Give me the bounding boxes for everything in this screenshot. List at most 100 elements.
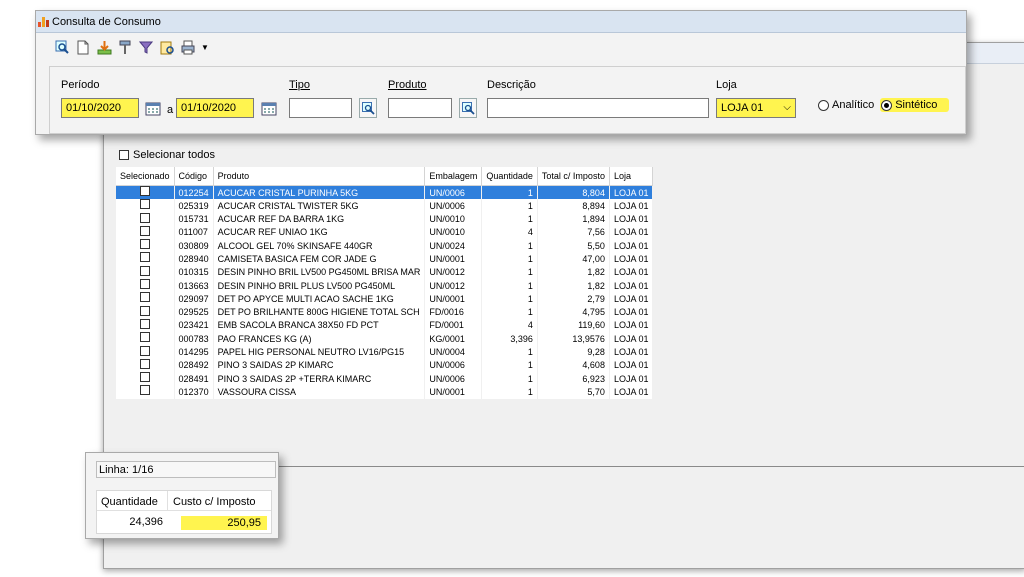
radio-sintetico[interactable]: Sintético	[880, 98, 950, 112]
produto-cell: DESIN PINHO BRIL PLUS LV500 PG450ML	[213, 279, 426, 293]
produto-cell: PAO FRANCES KG (A)	[213, 332, 426, 346]
row-checkbox[interactable]	[139, 385, 150, 396]
select-all-checkbox[interactable]	[119, 150, 129, 160]
table-row[interactable]: 000783 PAO FRANCES KG (A) KG/0001 3,396 13,9…	[116, 332, 654, 346]
row-select-cell[interactable]	[116, 212, 175, 226]
total-cell: 4,608	[537, 358, 610, 373]
row-select-cell[interactable]	[116, 292, 175, 306]
table-row[interactable]: 012254 ACUCAR CRISTAL PURINHA 5KG UN/0006 1…	[116, 185, 654, 200]
col-header-codigo[interactable]: Código	[174, 167, 214, 186]
tipo-search-button[interactable]	[359, 98, 377, 118]
row-checkbox[interactable]	[139, 372, 150, 383]
row-select-cell[interactable]	[116, 385, 175, 399]
quantidade-cell: 1	[481, 212, 538, 226]
table-row[interactable]: 028940 CAMISETA BASICA FEM COR JADE G UN/0…	[116, 252, 654, 266]
radio-sintetico-circle[interactable]	[881, 99, 893, 111]
loja-select[interactable]: LOJA 01 ⌵	[716, 98, 796, 118]
print-button[interactable]	[180, 39, 196, 55]
embalagem-cell: UN/0006	[424, 185, 483, 200]
table-row[interactable]: 015731 ACUCAR REF DA BARRA 1KG UN/0010 1 1,8…	[116, 212, 654, 226]
row-select-cell[interactable]	[116, 279, 175, 293]
table-row[interactable]: 030809 ALCOOL GEL 70% SKINSAFE 440GR UN/00…	[116, 239, 654, 253]
loja-cell: LOJA 01	[609, 345, 654, 359]
row-select-cell[interactable]	[116, 199, 175, 213]
table-row[interactable]: 028491 PINO 3 SAIDAS 2P +TERRA KIMARC UN/0…	[116, 372, 654, 386]
row-select-cell[interactable]	[116, 265, 175, 280]
col-header-produto[interactable]: Produto	[213, 167, 426, 186]
quantidade-cell: 1	[481, 185, 538, 200]
row-select-cell[interactable]	[116, 225, 175, 240]
export-button[interactable]	[96, 39, 112, 55]
table-row[interactable]: 013663 DESIN PINHO BRIL PLUS LV500 PG450M…	[116, 279, 654, 293]
table-row[interactable]: 012370 VASSOURA CISSA UN/0001 1 5,70 LOJA 01	[116, 385, 654, 399]
col-header-quantidade[interactable]: Quantidade	[481, 167, 538, 186]
table-row[interactable]: 023421 EMB SACOLA BRANCA 38X50 FD PCT FD/0…	[116, 318, 654, 333]
table-row[interactable]: 014295 PAPEL HIG PERSONAL NEUTRO LV16/PG1…	[116, 345, 654, 359]
row-checkbox[interactable]	[139, 252, 150, 263]
row-checkbox[interactable]	[139, 345, 150, 356]
select-all-control[interactable]: Selecionar todos	[119, 149, 215, 161]
embalagem-cell: UN/0024	[424, 239, 483, 253]
row-select-cell[interactable]	[116, 252, 175, 266]
codigo-cell: 023421	[174, 318, 214, 333]
calendar-icon	[145, 102, 161, 115]
col-header-selecionado[interactable]: Selecionado	[116, 167, 175, 186]
produto-cell: DET PO BRILHANTE 800G HIGIENE TOTAL SCH	[213, 305, 426, 319]
col-header-embalagem[interactable]: Embalagem	[424, 167, 483, 186]
total-cell: 119,60	[537, 318, 610, 333]
produto-field[interactable]	[388, 98, 452, 118]
filter-button[interactable]	[138, 39, 154, 55]
print-dropdown-button[interactable]: ▼	[201, 39, 209, 55]
row-checkbox[interactable]	[139, 292, 150, 303]
descricao-field[interactable]	[487, 98, 709, 118]
date-to-field[interactable]: 01/10/2020	[176, 98, 254, 118]
view-button[interactable]	[54, 39, 70, 55]
radio-analitico[interactable]: Analítico	[818, 99, 874, 111]
row-checkbox[interactable]	[139, 239, 150, 250]
loja-cell: LOJA 01	[609, 265, 654, 280]
radio-analitico-circle[interactable]	[818, 99, 829, 111]
row-select-cell[interactable]	[116, 358, 175, 373]
table-row[interactable]: 010315 DESIN PINHO BRIL LV500 PG450ML BRI…	[116, 265, 654, 280]
date-from-calendar-button[interactable]	[143, 98, 163, 118]
embalagem-cell: UN/0006	[424, 372, 483, 386]
row-checkbox[interactable]	[139, 199, 150, 210]
row-checkbox[interactable]	[139, 318, 150, 329]
descricao-label: Descrição	[487, 79, 536, 91]
tipo-field[interactable]	[289, 98, 352, 118]
row-checkbox[interactable]	[139, 358, 150, 369]
row-checkbox[interactable]	[139, 212, 150, 223]
row-checkbox[interactable]	[139, 279, 150, 290]
produto-search-button[interactable]	[459, 98, 477, 118]
col-header-loja[interactable]: Loja	[609, 167, 654, 186]
row-select-cell[interactable]	[116, 318, 175, 333]
new-document-button[interactable]	[75, 39, 91, 55]
row-select-cell[interactable]	[116, 332, 175, 346]
row-checkbox[interactable]	[139, 332, 150, 343]
row-checkbox[interactable]	[139, 305, 150, 316]
row-select-cell[interactable]	[116, 305, 175, 319]
report-button[interactable]	[159, 39, 175, 55]
table-row[interactable]: 029525 DET PO BRILHANTE 800G HIGIENE TOTA…	[116, 305, 654, 319]
total-cell: 8,894	[537, 199, 610, 213]
tools-button[interactable]	[117, 39, 133, 55]
row-select-cell[interactable]	[116, 372, 175, 386]
row-select-cell[interactable]	[116, 345, 175, 359]
date-from-field[interactable]: 01/10/2020	[61, 98, 139, 118]
table-row[interactable]: 029097 DET PO APYCE MULTI ACAO SACHE 1KG U…	[116, 292, 654, 306]
quantidade-cell: 1	[481, 292, 538, 306]
table-row[interactable]: 028492 PINO 3 SAIDAS 2P KIMARC UN/0006 1 4,6…	[116, 358, 654, 373]
date-to-calendar-button[interactable]	[259, 98, 279, 118]
table-row[interactable]: 011007 ACUCAR REF UNIAO 1KG UN/0010 4 7,56 LO…	[116, 225, 654, 240]
row-checkbox[interactable]	[139, 186, 150, 196]
calendar-icon	[261, 102, 277, 115]
table-row[interactable]: 025319 ACUCAR CRISTAL TWISTER 5KG UN/0006 1…	[116, 199, 654, 213]
codigo-cell: 000783	[174, 332, 214, 346]
row-select-cell[interactable]	[116, 239, 175, 253]
total-cell: 8,804	[537, 185, 610, 200]
row-checkbox[interactable]	[139, 225, 150, 236]
row-select-cell[interactable]	[116, 185, 175, 200]
col-header-total[interactable]: Total c/ Imposto	[537, 167, 610, 186]
produto-cell: ACUCAR REF DA BARRA 1KG	[213, 212, 426, 226]
row-checkbox[interactable]	[139, 265, 150, 276]
